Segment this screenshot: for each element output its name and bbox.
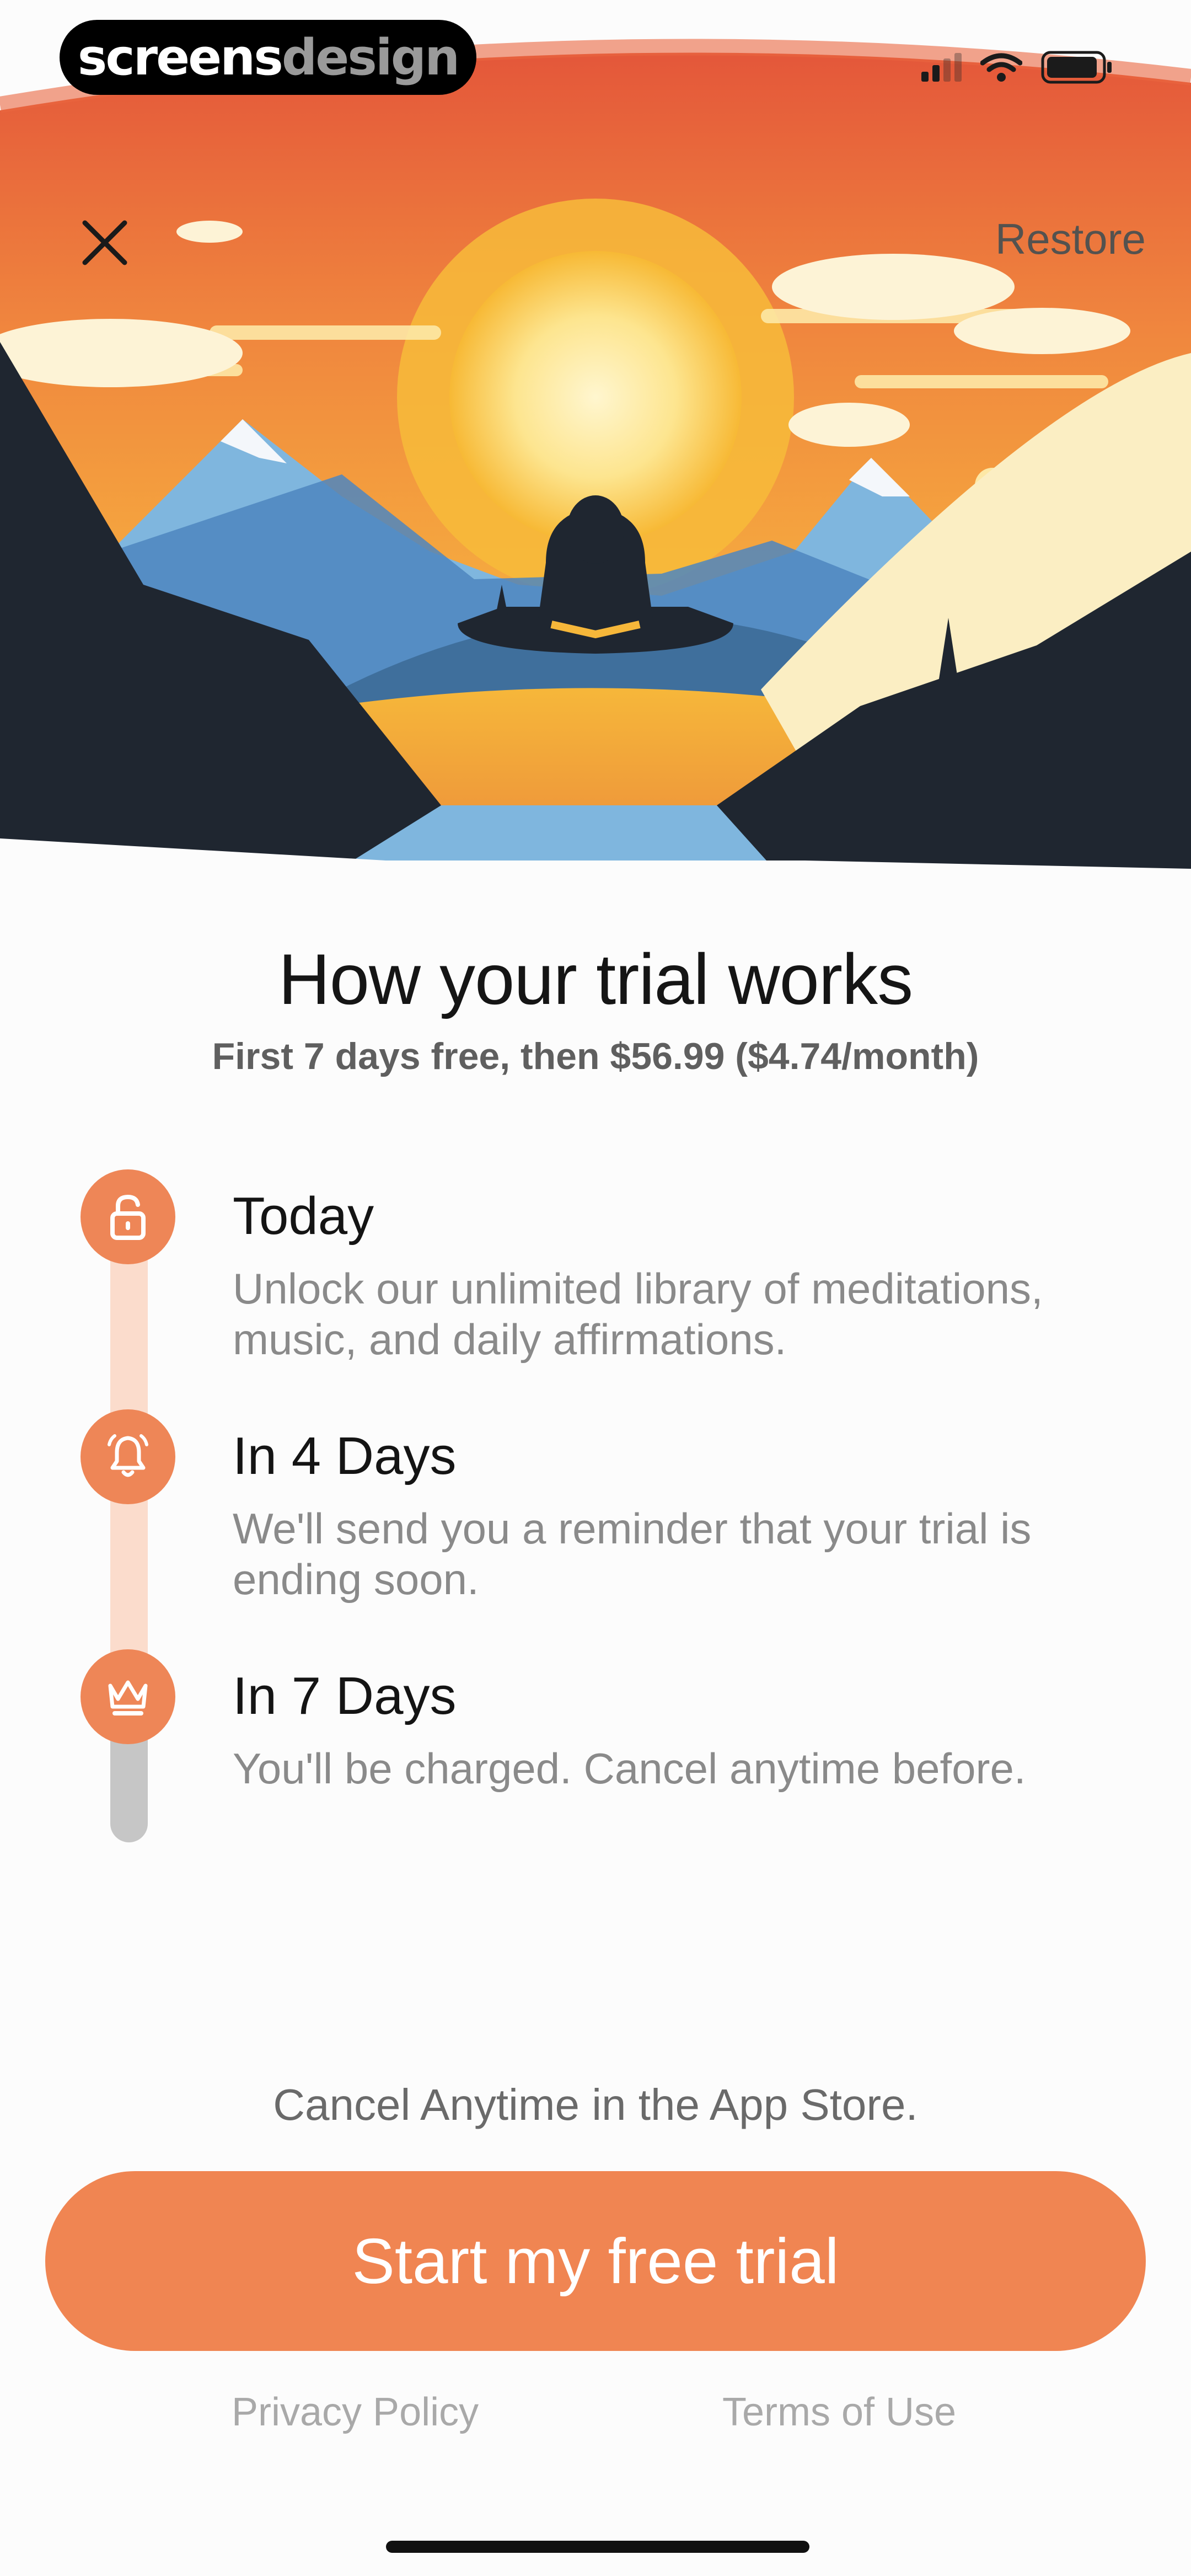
timeline-step-icon-charge (81, 1649, 175, 1744)
unlock-icon (110, 1194, 146, 1240)
page-title: How your trial works (278, 939, 913, 1019)
trial-pricing-subtitle: First 7 days free, then $56.99 ($4.74/mo… (212, 1035, 979, 1077)
timeline-step-icon-reminder (81, 1409, 175, 1504)
privacy-policy-link[interactable]: Privacy Policy (232, 2390, 479, 2435)
timeline-step-description: We'll send you a reminder that your tria… (233, 1504, 1032, 1604)
timeline-step-description: Unlock our unlimited library of meditati… (233, 1264, 1043, 1364)
crown-icon (108, 1680, 148, 1715)
timeline-step-title: In 7 Days (233, 1666, 457, 1725)
terms-of-use-link[interactable]: Terms of Use (722, 2390, 956, 2435)
status-bar (921, 51, 1114, 84)
home-indicator[interactable] (386, 2541, 809, 2553)
brand-text-secondary: design (281, 28, 460, 87)
battery-icon (1041, 51, 1112, 84)
bell-icon (108, 1434, 148, 1477)
close-button[interactable] (72, 210, 138, 276)
brand-watermark: screens design (60, 20, 476, 95)
restore-button[interactable]: Restore (995, 214, 1146, 264)
hero-illustration (0, 0, 1191, 883)
close-icon (82, 220, 127, 265)
timeline-step-icon-today (81, 1169, 175, 1264)
cellular-signal-icon (921, 53, 962, 82)
cancel-anytime-note: Cancel Anytime in the App Store. (273, 2080, 918, 2129)
timeline-step-title: In 4 Days (233, 1426, 457, 1485)
timeline-step-description: You'll be charged. Cancel anytime before… (233, 1744, 1026, 1793)
timeline-step-title: Today (233, 1187, 374, 1246)
wifi-icon (980, 53, 1022, 82)
brand-text-primary: screens (77, 28, 283, 87)
start-free-trial-button[interactable]: Start my free trial (45, 2171, 1146, 2351)
